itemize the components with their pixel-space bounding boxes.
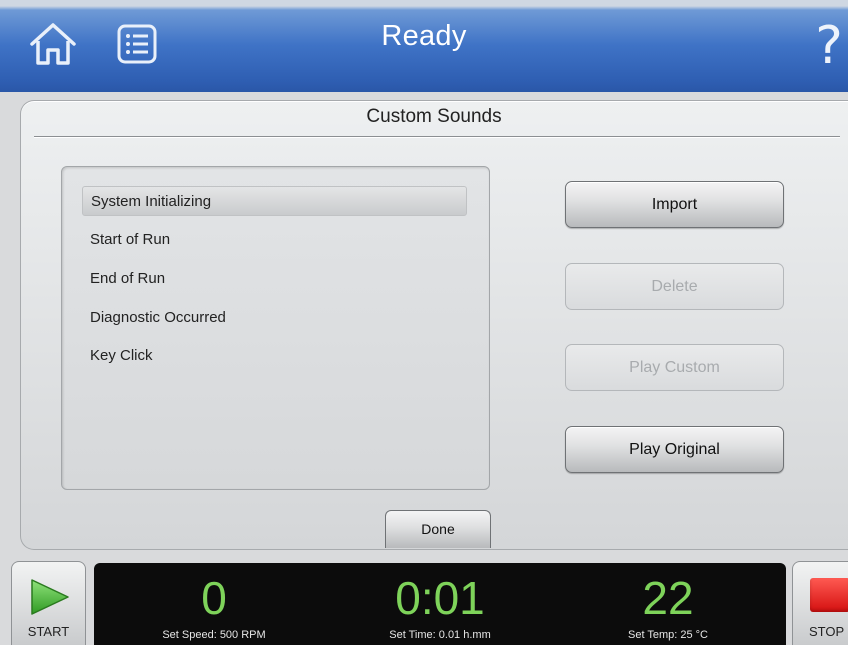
time-value: 0:01 [395,572,485,624]
delete-button[interactable]: Delete [565,263,784,310]
divider [34,136,840,137]
set-temp-label: Set Temp: 25 °C [627,629,708,641]
start-label: START [27,624,70,639]
start-button[interactable]: START [11,561,86,645]
list-item-key-click[interactable]: Key Click [82,341,467,371]
play-custom-button[interactable]: Play Custom [565,344,784,391]
list-item-system-initializing[interactable]: System Initializing [82,186,467,216]
stop-icon [810,578,848,612]
temp-value: 22 [642,572,694,624]
title-bar: Ready ? [0,0,848,92]
status-title: Ready [381,20,467,52]
import-button[interactable]: Import [565,181,784,228]
list-item-end-of-run[interactable]: End of Run [82,264,467,294]
stop-button[interactable]: STOP [792,561,848,645]
list-item-start-of-run[interactable]: Start of Run [82,225,467,255]
set-time-label: Set Time: 0.01 h.mm [389,629,491,641]
stop-label: STOP [809,624,845,639]
run-status-display: 0 Set Speed: 500 RPM 0:01 Set Time: 0.01… [94,563,786,645]
panel-title: Custom Sounds [366,106,502,127]
play-icon [31,579,69,615]
play-original-button[interactable]: Play Original [565,426,784,473]
done-button[interactable]: Done [385,510,491,548]
set-speed-label: Set Speed: 500 RPM [162,629,266,641]
speed-value: 0 [201,572,227,624]
list-item-diagnostic-occurred[interactable]: Diagnostic Occurred [82,303,467,333]
question-mark-icon[interactable]: ? [812,16,846,76]
